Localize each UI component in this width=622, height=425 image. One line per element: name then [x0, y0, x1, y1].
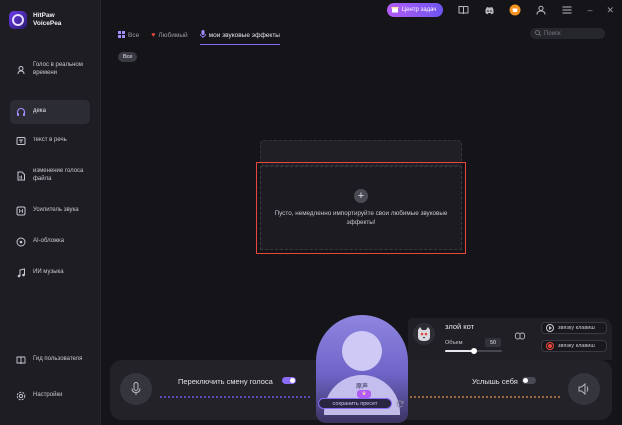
search-input[interactable]: Поиск	[530, 28, 605, 39]
volume-slider[interactable]	[445, 348, 502, 354]
microphone-button[interactable]	[120, 373, 152, 405]
sidebar-item-text-to-speech[interactable]: текст в речь	[10, 136, 90, 146]
add-effect-button[interactable]: +	[354, 189, 368, 203]
tab-label: мои звуковые эффекты	[208, 31, 280, 39]
close-icon[interactable]: ✕	[606, 5, 614, 15]
topbar: Центр задач – ✕	[386, 3, 614, 17]
microphone-icon	[131, 382, 141, 395]
volume-value[interactable]: 50	[485, 338, 501, 347]
volume-knob[interactable]	[470, 348, 477, 354]
tab-favorites[interactable]: ♥ Любимый	[151, 32, 187, 43]
refresh-icon[interactable]	[395, 399, 404, 408]
sidebar-item-deck[interactable]: дека	[10, 100, 90, 124]
grid-icon	[118, 31, 125, 40]
app-logo: HitPaw VoicePea	[9, 11, 81, 29]
sidebar-item-label: Гид пользователя	[33, 356, 83, 363]
empty-state-message: Пустo, немедленно импортируйте свои люби…	[274, 210, 448, 226]
sidebar-item-file-voice[interactable]: изменение голоса файла	[10, 168, 90, 183]
sidebar-item-label: AI-обложка	[33, 238, 65, 245]
voice-change-label: Переключить смену голоса	[178, 377, 273, 386]
crown-icon: ♛	[357, 390, 371, 398]
play-icon	[546, 324, 554, 332]
equalizer-icon	[16, 206, 26, 216]
volume-fill	[445, 350, 474, 352]
sidebar-item-sound-booster[interactable]: Усилитель звука	[10, 206, 90, 216]
volume-label: Объем	[445, 340, 463, 346]
voice-change-toggle[interactable]	[282, 377, 296, 384]
task-center-button[interactable]: Центр задач	[386, 3, 444, 17]
tab-label: Любимый	[158, 32, 188, 39]
user-icon[interactable]	[535, 4, 547, 16]
avatar-head	[342, 331, 382, 371]
sidebar-item-label: Голос в реальном времени	[33, 62, 83, 76]
sidebar-item-label: текст в речь	[33, 137, 67, 144]
sidebar-item-label: изменение голоса файла	[33, 168, 84, 182]
sidebar-item-label: дека	[33, 108, 46, 115]
search-icon	[535, 29, 541, 38]
guide-icon	[16, 355, 26, 365]
tab-all[interactable]: Все	[118, 31, 139, 44]
discord-icon[interactable]	[483, 4, 495, 16]
mic-icon	[199, 30, 206, 40]
ai-cover-icon	[16, 237, 26, 247]
record-icon	[546, 342, 554, 350]
keybind-label: звязку клавиш	[558, 343, 595, 349]
empty-state-highlight: + Пустo, немедленно импортируйте свои лю…	[256, 162, 466, 254]
tab-my-sound-effects[interactable]: мои звуковые эффекты	[199, 30, 280, 45]
task-center-label: Центр задач	[401, 7, 437, 13]
output-waveform	[410, 396, 560, 398]
realtime-voice-icon	[16, 65, 26, 75]
logo-icon	[9, 11, 27, 29]
app-name: HitPaw VoicePea	[33, 12, 62, 27]
settings-icon	[16, 391, 26, 401]
link-icon[interactable]	[514, 330, 526, 342]
gift-icon	[391, 5, 399, 15]
input-waveform	[160, 396, 310, 398]
text-speech-icon	[16, 136, 26, 146]
book-icon[interactable]	[457, 4, 469, 16]
minimize-icon[interactable]: –	[587, 5, 592, 15]
play-keybind-button[interactable]: звязку клавиш	[541, 322, 607, 334]
sidebar-item-ai-cover[interactable]: AI-обложка	[10, 237, 90, 247]
sidebar: HitPaw VoicePea Голос в реальном времени…	[0, 0, 101, 425]
category-tabs: Все ♥ Любимый мои звуковые эффекты	[118, 30, 280, 45]
sidebar-item-user-guide[interactable]: Гид пользователя	[10, 355, 90, 365]
sidebar-item-label: Усилитель звука	[33, 207, 79, 214]
filter-chip-all[interactable]: Все	[118, 52, 138, 62]
sidebar-item-label: Настройки	[33, 392, 63, 399]
sidebar-item-ai-music[interactable]: ИИ музыка	[10, 268, 90, 278]
speaker-button[interactable]	[568, 373, 600, 405]
avatar-name: 原声	[355, 384, 368, 390]
empty-state: + Пустo, немедленно импортируйте свои лю…	[260, 166, 462, 250]
music-icon	[16, 268, 26, 278]
save-preset-button[interactable]: сохранить пресет	[318, 398, 392, 409]
shop-icon[interactable]	[509, 4, 521, 16]
sidebar-item-label: ИИ музыка	[33, 269, 64, 276]
headphones-icon	[16, 107, 26, 117]
sidebar-item-realtime-voice[interactable]: Голос в реальном времени	[10, 62, 90, 77]
cat-icon	[418, 327, 430, 341]
hear-self-toggle[interactable]	[522, 377, 536, 384]
speaker-icon	[578, 383, 588, 395]
tab-label: Все	[128, 32, 140, 39]
heart-icon: ♥	[151, 32, 156, 39]
effect-name: злой кот	[445, 322, 475, 331]
sidebar-item-settings[interactable]: Настройки	[10, 391, 90, 401]
file-voice-icon	[16, 171, 26, 181]
record-keybind-button[interactable]: звязку клавиш	[541, 340, 607, 352]
menu-icon[interactable]	[561, 4, 573, 16]
hear-self-label: Услышь себя	[472, 377, 518, 386]
keybind-label: звязку клавиш	[558, 325, 595, 331]
effect-avatar	[413, 323, 435, 345]
search-placeholder: Поиск	[544, 30, 561, 37]
